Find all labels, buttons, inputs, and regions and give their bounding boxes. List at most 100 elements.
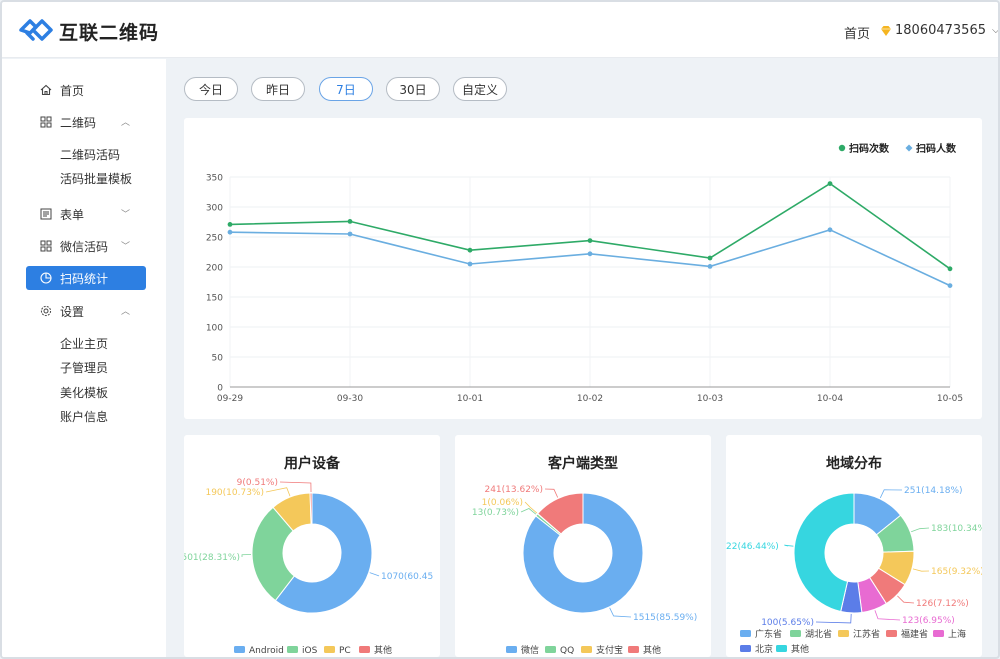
data-point[interactable] bbox=[347, 219, 353, 224]
y-tick-label: 0 bbox=[217, 384, 223, 394]
legend-label[interactable]: iOS bbox=[302, 646, 318, 656]
legend-swatch bbox=[790, 630, 801, 637]
filter-yesterday[interactable]: 昨日 bbox=[251, 77, 305, 101]
legend-label[interactable]: 扫码次数 bbox=[849, 142, 890, 155]
user-phone: 18060473565 bbox=[895, 23, 986, 38]
chevron-up-icon: ︿ bbox=[120, 118, 130, 128]
legend-label[interactable]: 微信 bbox=[521, 644, 539, 656]
y-tick-label: 250 bbox=[206, 234, 223, 244]
legend-label[interactable]: 其他 bbox=[643, 644, 661, 656]
data-point[interactable] bbox=[227, 222, 233, 227]
legend-label[interactable]: 扫码人数 bbox=[916, 142, 957, 155]
grid-icon bbox=[40, 240, 52, 252]
line-chart-card: 0 50 100 150 200 250 300 350 09-29 09-30 10-01 10-0… bbox=[184, 118, 982, 419]
data-point[interactable] bbox=[467, 261, 473, 267]
sidebar-subitem-beautify-template[interactable]: 美化模板 bbox=[60, 384, 108, 401]
data-point[interactable] bbox=[947, 266, 953, 272]
slice-label: 123(6.95%) bbox=[902, 616, 955, 626]
chevron-down-icon: ﹀ bbox=[120, 210, 130, 220]
data-point[interactable] bbox=[827, 181, 833, 186]
legend-label[interactable]: 其他 bbox=[374, 644, 392, 656]
legend-label[interactable]: PC bbox=[339, 646, 351, 656]
legend-swatch bbox=[359, 646, 370, 653]
scan-trend-line-chart: 0 50 100 150 200 250 300 350 09-29 09-30 10-01 10-0… bbox=[206, 142, 963, 404]
sidebar-item-scan-stats[interactable]: 扫码统计 bbox=[26, 266, 146, 290]
data-point[interactable] bbox=[707, 255, 713, 261]
legend-swatch bbox=[324, 646, 335, 653]
device-donut-card: 用户设备 1070(60.45 501(28.31%) 190(10.73%) 9(0… bbox=[184, 435, 440, 657]
legend-swatch bbox=[545, 646, 556, 653]
data-point[interactable] bbox=[347, 231, 353, 237]
data-point[interactable] bbox=[707, 264, 713, 269]
legend-label[interactable]: QQ bbox=[560, 646, 574, 656]
legend-label[interactable]: 支付宝 bbox=[596, 644, 623, 656]
sidebar-item-label: 首页 bbox=[60, 83, 85, 98]
legend-marker bbox=[838, 144, 846, 152]
label-leader-line bbox=[879, 489, 903, 499]
slice-label: 190(10.73%) bbox=[205, 488, 264, 498]
y-tick-label: 200 bbox=[206, 264, 223, 274]
header-home-link[interactable]: 首页 bbox=[844, 23, 870, 42]
data-point[interactable] bbox=[587, 251, 593, 257]
filter-custom[interactable]: 自定义 bbox=[453, 77, 507, 101]
legend-swatch bbox=[838, 630, 849, 637]
sidebar-item-label: 设置 bbox=[60, 304, 85, 319]
label-leader-line bbox=[784, 544, 794, 547]
slice-label: 13(0.73%) bbox=[472, 508, 519, 518]
sidebar-item-label: 微信活码 bbox=[60, 239, 109, 254]
data-point[interactable] bbox=[587, 238, 593, 243]
chevron-down-icon: ﹀ bbox=[120, 242, 130, 252]
label-leader-line bbox=[897, 595, 915, 604]
sidebar-item-qrcode[interactable]: 二维码 ︿ bbox=[26, 110, 146, 134]
y-tick-label: 350 bbox=[206, 174, 223, 184]
x-tick-label: 10-03 bbox=[697, 394, 723, 404]
slice-label: 1(0.06%) bbox=[482, 498, 523, 508]
legend-label[interactable]: 湖北省 bbox=[805, 628, 832, 640]
sidebar-item-settings[interactable]: 设置 ︿ bbox=[26, 299, 146, 323]
legend-label[interactable]: 北京 bbox=[755, 643, 773, 655]
y-tick-label: 100 bbox=[206, 324, 223, 334]
sidebar-item-form[interactable]: 表单 ﹀ bbox=[26, 202, 146, 226]
slice-label: 501(28.31%) bbox=[184, 553, 240, 563]
sidebar-subitem-sub-admin[interactable]: 子管理员 bbox=[60, 359, 108, 376]
region-donut-card: 地域分布 251(14.18%)183(10.34%)165(9.32%)126… bbox=[726, 435, 982, 657]
slice-label: 183(10.34%) bbox=[931, 524, 982, 534]
device-donut-chart: 1070(60.45 501(28.31%) 190(10.73%)9(0.51%)… bbox=[184, 478, 433, 656]
filter-30days[interactable]: 30日 bbox=[386, 77, 440, 101]
legend-label[interactable]: 广东省 bbox=[755, 628, 782, 640]
sidebar-item-wechat-code[interactable]: 微信活码 ﹀ bbox=[26, 234, 146, 258]
slice-label: 100(5.65%) bbox=[761, 618, 814, 628]
legend-label[interactable]: Android bbox=[249, 646, 284, 656]
data-point[interactable] bbox=[827, 227, 833, 233]
user-menu[interactable]: 18060473565 ⌵ bbox=[880, 23, 1000, 38]
filter-7days[interactable]: 7日 bbox=[319, 77, 373, 101]
legend-swatch bbox=[740, 630, 751, 637]
sidebar-item-label: 表单 bbox=[60, 207, 85, 222]
sidebar-subitem-batch-template[interactable]: 活码批量模板 bbox=[60, 170, 132, 187]
sidebar-subitem-company-home[interactable]: 企业主页 bbox=[60, 335, 108, 352]
legend-label[interactable]: 福建省 bbox=[901, 628, 928, 640]
legend-label[interactable]: 其他 bbox=[791, 643, 809, 655]
legend-swatch bbox=[581, 646, 592, 653]
x-tick-label: 10-05 bbox=[937, 394, 963, 404]
data-point[interactable] bbox=[467, 247, 473, 253]
sidebar-subitem-live-qrcode[interactable]: 二维码活码 bbox=[60, 146, 120, 163]
legend-swatch bbox=[740, 645, 751, 652]
sidebar-subitem-account-info[interactable]: 账户信息 bbox=[60, 408, 108, 425]
region-donut-chart: 251(14.18%) 183(10.34%) 165(9.32%) 126(7.12… bbox=[726, 486, 982, 655]
filter-today[interactable]: 今日 bbox=[184, 77, 238, 101]
y-tick-label: 300 bbox=[206, 204, 223, 214]
data-point[interactable] bbox=[227, 229, 233, 235]
legend-swatch bbox=[234, 646, 245, 653]
legend-swatch bbox=[933, 630, 944, 637]
chevron-down-icon: ⌵ bbox=[991, 25, 1000, 36]
donut-slice[interactable] bbox=[793, 492, 855, 613]
app-logo-icon bbox=[19, 19, 53, 41]
sidebar-item-home[interactable]: 首页 bbox=[26, 78, 146, 102]
slice-label: 241(13.62%) bbox=[484, 485, 543, 495]
legend-label[interactable]: 上海 bbox=[948, 628, 966, 640]
chevron-up-icon: ︿ bbox=[120, 307, 130, 317]
pie-chart-icon bbox=[40, 272, 52, 284]
legend-label[interactable]: 江苏省 bbox=[853, 628, 880, 640]
data-point[interactable] bbox=[947, 283, 953, 288]
